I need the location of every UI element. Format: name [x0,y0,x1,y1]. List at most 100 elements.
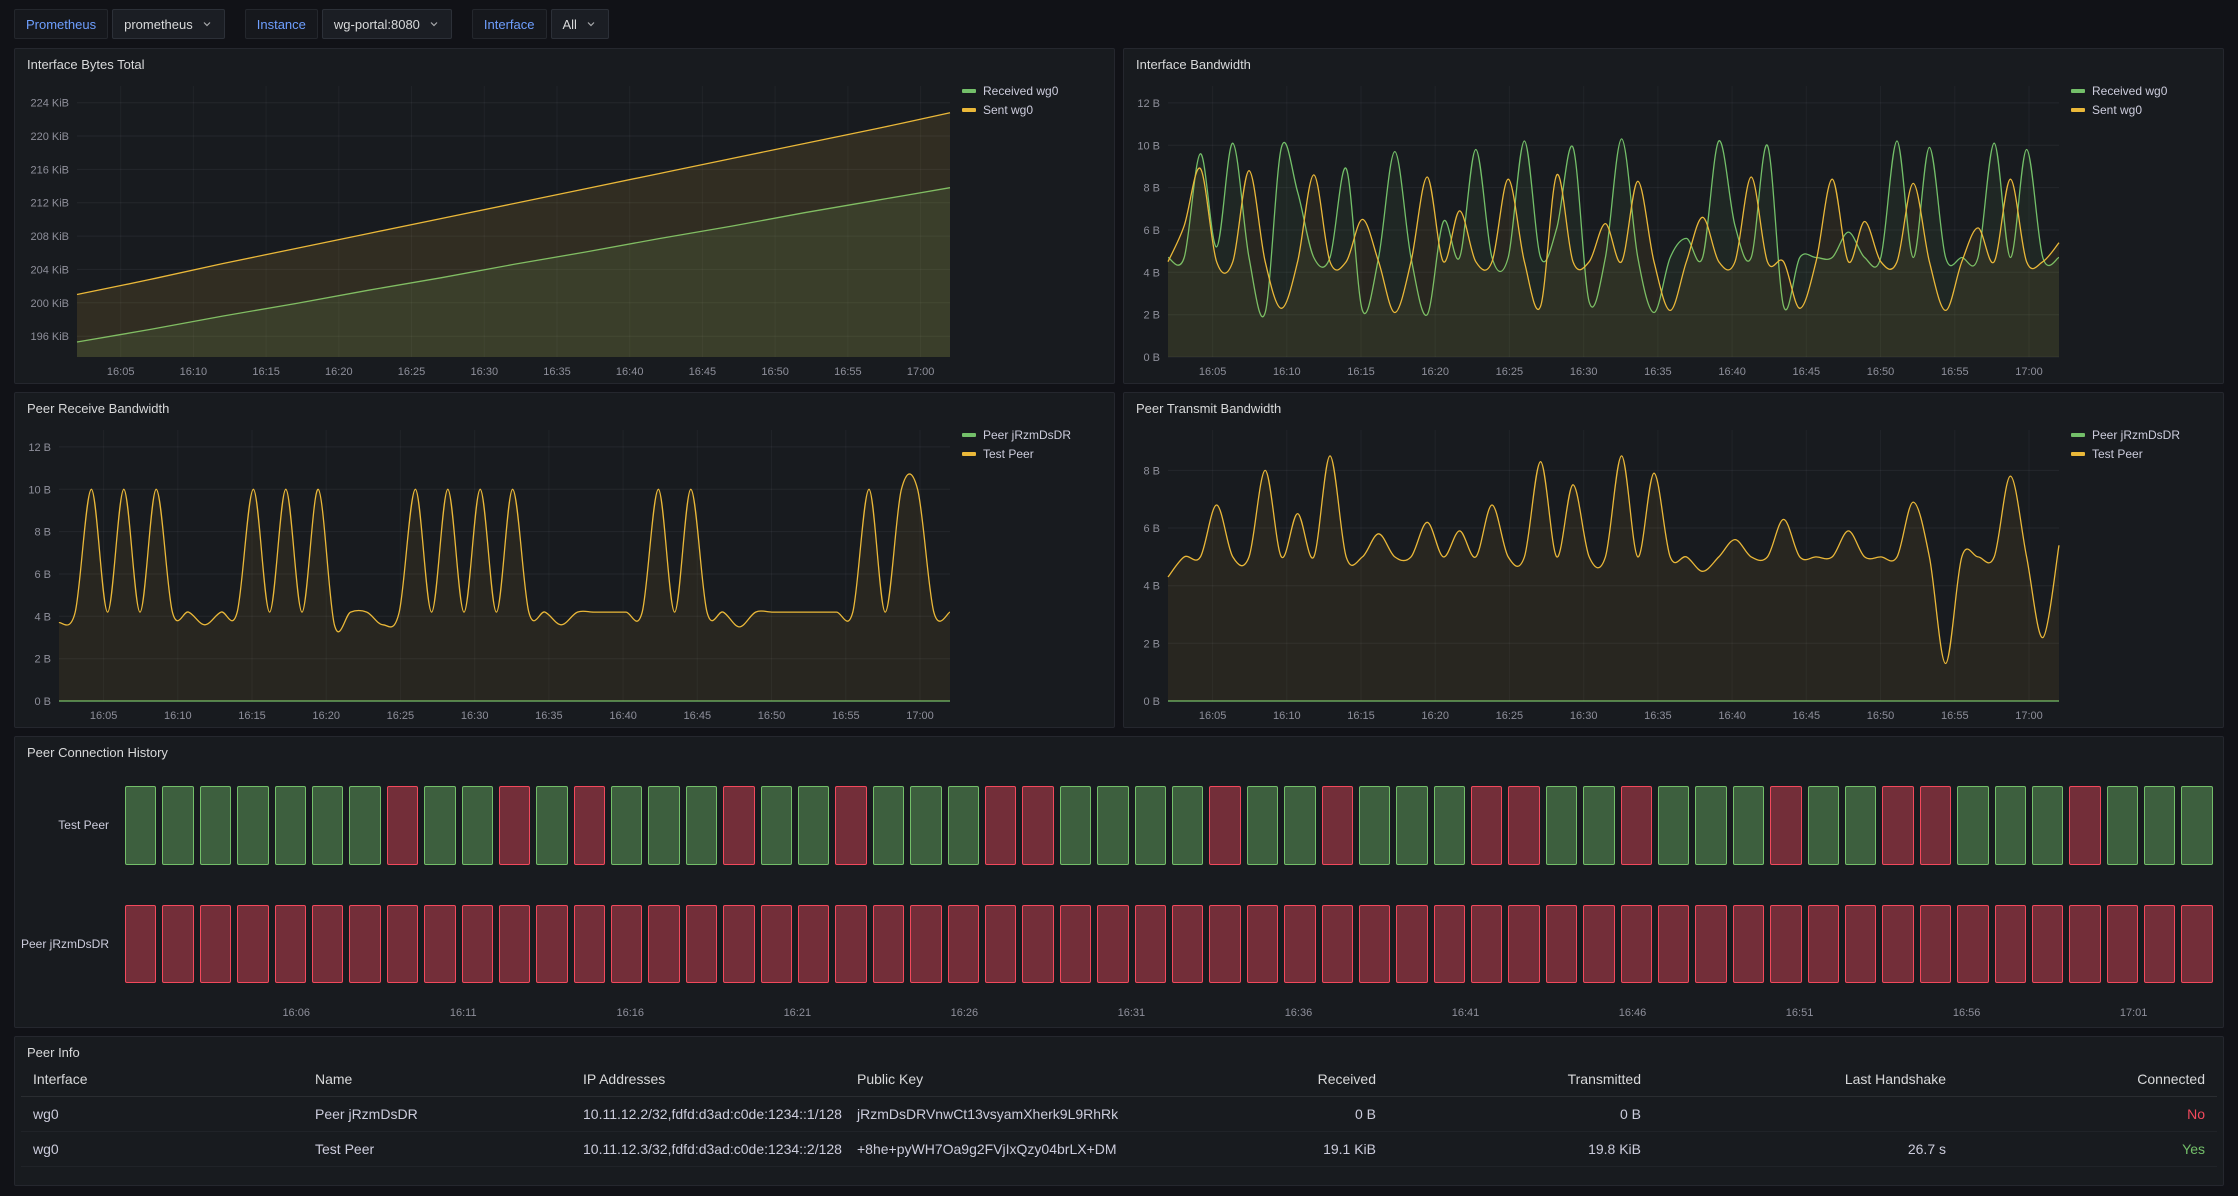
timeline-bar-disconnected[interactable] [1359,905,1390,984]
timeline-bar-connected[interactable] [462,786,493,865]
timeline-bar-disconnected[interactable] [1658,905,1689,984]
timeline-bar-disconnected[interactable] [873,905,904,984]
timeline-bar-disconnected[interactable] [2069,786,2100,865]
timeline-bar-connected[interactable] [761,786,792,865]
timeline-bar-connected[interactable] [948,786,979,865]
panel-title[interactable]: Peer Transmit Bandwidth [1124,393,2223,418]
timeline-bar-disconnected[interactable] [948,905,979,984]
legend-item-peer-jrzmdsdr[interactable]: Peer jRzmDsDR [2071,428,2213,442]
timeline-bar-disconnected[interactable] [1471,786,1502,865]
timeline-bar-disconnected[interactable] [1546,905,1577,984]
legend-item-received-wg0[interactable]: Received wg0 [962,84,1104,98]
timeline-bar-connected[interactable] [611,786,642,865]
timeline-bar-connected[interactable] [1434,786,1465,865]
timeline-bar-disconnected[interactable] [910,905,941,984]
timeline-bar-disconnected[interactable] [835,905,866,984]
timeline-bar-connected[interactable] [1808,786,1839,865]
panel-title[interactable]: Peer Receive Bandwidth [15,393,1114,418]
timeline-bar-disconnected[interactable] [1322,786,1353,865]
timeline-bar-disconnected[interactable] [1882,905,1913,984]
column-header-name[interactable]: Name [303,1062,571,1097]
timeline-bar-disconnected[interactable] [1733,905,1764,984]
timeline-bar-disconnected[interactable] [1621,905,1652,984]
timeline-bar-disconnected[interactable] [1097,905,1128,984]
timeline-bar-disconnected[interactable] [1508,905,1539,984]
timeline-bar-disconnected[interactable] [1920,786,1951,865]
timeline-bar-connected[interactable] [1172,786,1203,865]
timeline-bar-connected[interactable] [162,786,193,865]
timeline-bar-connected[interactable] [2107,786,2138,865]
variable-interface-select[interactable]: All [551,9,609,39]
timeline-bar-disconnected[interactable] [499,905,530,984]
timeline-bar-disconnected[interactable] [574,905,605,984]
column-header-interface[interactable]: Interface [21,1062,303,1097]
column-header-ip-addresses[interactable]: IP Addresses [571,1062,845,1097]
timeline-bar-connected[interactable] [873,786,904,865]
timeline-bar-connected[interactable] [1995,786,2026,865]
variable-prometheus-select[interactable]: prometheus [112,9,225,39]
timeline-bar-connected[interactable] [275,786,306,865]
timeline-bar-disconnected[interactable] [1396,905,1427,984]
timeline-bar-connected[interactable] [1957,786,1988,865]
timeline-bar-disconnected[interactable] [648,905,679,984]
timeline-bar-disconnected[interactable] [985,786,1016,865]
timeline-bar-connected[interactable] [1284,786,1315,865]
timeline-bar-disconnected[interactable] [574,786,605,865]
timeline-bar-disconnected[interactable] [1022,786,1053,865]
timeline-bar-disconnected[interactable] [1022,905,1053,984]
timeline-bar-connected[interactable] [1060,786,1091,865]
timeline-bar-connected[interactable] [686,786,717,865]
column-header-last-handshake[interactable]: Last Handshake [1653,1062,1958,1097]
timeline-bar-connected[interactable] [1583,786,1614,865]
timeline-bar-disconnected[interactable] [387,905,418,984]
timeline-bar-disconnected[interactable] [536,905,567,984]
timeline-bar-disconnected[interactable] [162,905,193,984]
timeline-bar-disconnected[interactable] [349,905,380,984]
timeline-bar-disconnected[interactable] [1957,905,1988,984]
timeline-bar-connected[interactable] [1097,786,1128,865]
timeline-bar-disconnected[interactable] [312,905,343,984]
timeline-bar-disconnected[interactable] [462,905,493,984]
timeline-bar-connected[interactable] [1845,786,1876,865]
timeline-bar-disconnected[interactable] [237,905,268,984]
timeline-bar-disconnected[interactable] [1508,786,1539,865]
timeline-bar-disconnected[interactable] [1209,786,1240,865]
timeline-bar-disconnected[interactable] [686,905,717,984]
timeline-bar-disconnected[interactable] [1621,786,1652,865]
timeline-bar-disconnected[interactable] [2107,905,2138,984]
timeline-bar-connected[interactable] [125,786,156,865]
timeline-bar-disconnected[interactable] [2144,905,2175,984]
timeline-bar-connected[interactable] [349,786,380,865]
timeline-bar-connected[interactable] [1658,786,1689,865]
timeline-bar-disconnected[interactable] [1882,786,1913,865]
timeline-bar-disconnected[interactable] [200,905,231,984]
timeline-bar-disconnected[interactable] [1247,905,1278,984]
timeline-bar-connected[interactable] [910,786,941,865]
panel-title[interactable]: Peer Connection History [15,737,2223,762]
timeline-bar-connected[interactable] [424,786,455,865]
legend-item-peer-jrzmdsdr[interactable]: Peer jRzmDsDR [962,428,1104,442]
timeline-bar-disconnected[interactable] [1995,905,2026,984]
legend-item-sent-wg0[interactable]: Sent wg0 [962,103,1104,117]
timeline-bar-disconnected[interactable] [611,905,642,984]
timeline-bar-connected[interactable] [1733,786,1764,865]
legend-item-test-peer[interactable]: Test Peer [962,447,1104,461]
timeline-bar-disconnected[interactable] [1845,905,1876,984]
timeline-bar-disconnected[interactable] [1284,905,1315,984]
timeline-bar-connected[interactable] [1359,786,1390,865]
legend-item-test-peer[interactable]: Test Peer [2071,447,2213,461]
timeline-bar-disconnected[interactable] [2069,905,2100,984]
column-header-connected[interactable]: Connected [1958,1062,2217,1097]
legend-item-received-wg0[interactable]: Received wg0 [2071,84,2213,98]
timeline-bar-disconnected[interactable] [1471,905,1502,984]
timeline-bar-disconnected[interactable] [798,905,829,984]
column-header-transmitted[interactable]: Transmitted [1388,1062,1653,1097]
timeline-bar-connected[interactable] [1695,786,1726,865]
timeline-bar-connected[interactable] [2032,786,2063,865]
timeline-bar-disconnected[interactable] [2032,905,2063,984]
timeline-bar-disconnected[interactable] [1322,905,1353,984]
timeline-bar-disconnected[interactable] [1434,905,1465,984]
timeline-bar-disconnected[interactable] [387,786,418,865]
timeline-bar-disconnected[interactable] [1770,905,1801,984]
column-header-public-key[interactable]: Public Key [845,1062,1123,1097]
